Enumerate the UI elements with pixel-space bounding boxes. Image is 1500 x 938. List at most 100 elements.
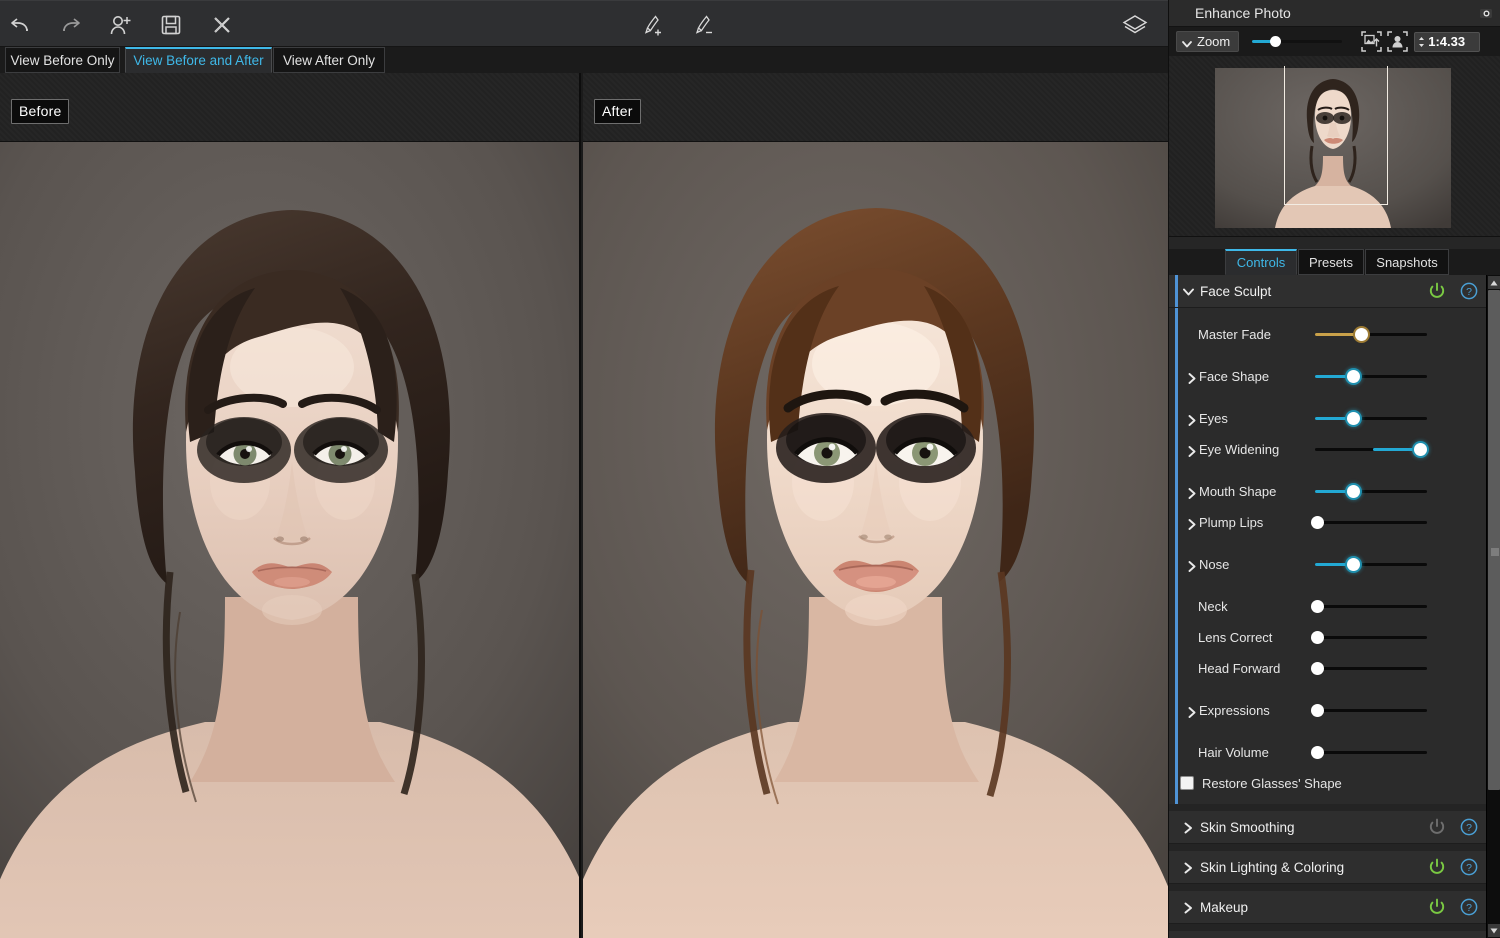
slider-mouth-shape[interactable] [1315, 485, 1427, 498]
slider-expressions[interactable] [1311, 704, 1427, 717]
zoom-slider-handle[interactable] [1269, 35, 1281, 47]
section-header-face-sculpt[interactable]: Face Sculpt ? [1169, 275, 1487, 308]
section-header-eye[interactable]: Eye ? [1169, 931, 1487, 938]
after-photo[interactable] [583, 142, 1168, 938]
tab-snapshots[interactable]: Snapshots [1365, 249, 1449, 275]
chevron-right-icon[interactable] [1183, 861, 1194, 874]
slider-handle[interactable] [1347, 370, 1361, 383]
slider-handle[interactable] [1414, 443, 1428, 456]
slider-handle[interactable] [1347, 485, 1361, 498]
chevron-right-icon[interactable] [1187, 413, 1197, 426]
tab-view-before-only[interactable]: View Before Only [5, 47, 120, 73]
save-icon[interactable] [154, 8, 188, 41]
tab-presets[interactable]: Presets [1298, 249, 1364, 275]
chevron-down-icon[interactable] [1183, 285, 1194, 297]
slider-master-fade[interactable] [1315, 328, 1427, 341]
slider-handle[interactable] [1311, 516, 1324, 529]
brush-subtract-icon[interactable] [687, 8, 721, 41]
section-divider [1169, 884, 1487, 891]
slider-neck[interactable] [1311, 600, 1427, 613]
chevron-right-icon[interactable] [1187, 444, 1197, 457]
help-icon[interactable]: ? [1460, 898, 1478, 916]
layers-icon[interactable] [1118, 8, 1152, 41]
label-neck: Neck [1198, 599, 1228, 614]
redo-icon[interactable] [54, 8, 88, 41]
controls-scrollbar[interactable] [1486, 275, 1500, 938]
section-divider [1169, 924, 1487, 931]
control-row-eye-widening: Eye Widening [1169, 434, 1487, 465]
control-row-eyes: Eyes [1169, 403, 1487, 434]
slider-plump-lips[interactable] [1311, 516, 1427, 529]
undo-icon[interactable] [3, 8, 37, 41]
zoom-slider[interactable] [1252, 34, 1343, 50]
controls-list: Face Sculpt ? Master Fade Face Shape Eye… [1169, 275, 1487, 938]
compare-panes: Before After [0, 73, 1168, 938]
chevron-right-icon[interactable] [1187, 517, 1197, 530]
power-icon[interactable] [1428, 282, 1446, 300]
slider-handle[interactable] [1311, 704, 1324, 717]
slider-fill [1373, 448, 1421, 451]
close-icon[interactable] [205, 8, 239, 41]
help-icon[interactable]: ? [1460, 282, 1478, 300]
chevron-right-icon[interactable] [1187, 559, 1197, 572]
restore-glasses-shape-checkbox[interactable] [1180, 776, 1194, 790]
slider-lens-correct[interactable] [1311, 631, 1427, 644]
slider-track [1315, 751, 1427, 754]
zoom-toolbar: Zoom 1:4.33 [1169, 27, 1500, 56]
scroll-down-arrow-icon[interactable] [1488, 924, 1500, 937]
navigator-preview[interactable] [1169, 56, 1500, 237]
slider-handle[interactable] [1311, 631, 1324, 644]
chevron-right-icon[interactable] [1183, 901, 1194, 914]
section-header-skin-smoothing[interactable]: Skin Smoothing ? [1169, 811, 1487, 844]
panel-title-text: Enhance Photo [1195, 5, 1291, 21]
slider-eyes[interactable] [1315, 412, 1427, 425]
chevron-down-icon [1182, 37, 1192, 47]
chevron-right-icon[interactable] [1187, 486, 1197, 499]
slider-handle[interactable] [1311, 600, 1324, 613]
slider-handle[interactable] [1347, 558, 1361, 571]
slider-nose[interactable] [1315, 558, 1427, 571]
slider-track [1315, 605, 1427, 608]
control-row-expressions: Expressions [1169, 695, 1487, 726]
scroll-up-arrow-icon[interactable] [1488, 276, 1500, 289]
controls-scroll-area: Face Sculpt ? Master Fade Face Shape Eye… [1169, 275, 1500, 938]
slider-handle[interactable] [1311, 746, 1324, 759]
label-mouth-shape: Mouth Shape [1199, 484, 1277, 499]
zoom-ratio-field[interactable]: 1:4.33 [1414, 31, 1481, 52]
chevron-right-icon[interactable] [1187, 371, 1197, 384]
tab-view-before-and-after[interactable]: View Before and After [125, 47, 272, 73]
slider-hair-volume[interactable] [1311, 746, 1427, 759]
fit-face-icon[interactable] [1384, 30, 1410, 54]
power-icon[interactable] [1428, 818, 1446, 836]
before-photo[interactable] [0, 142, 579, 938]
power-icon[interactable] [1428, 898, 1446, 916]
help-icon[interactable]: ? [1460, 818, 1478, 836]
svg-text:?: ? [1466, 822, 1472, 834]
slider-eye-widening[interactable] [1315, 443, 1428, 456]
slider-face-shape[interactable] [1315, 370, 1427, 383]
tab-controls[interactable]: Controls [1225, 249, 1297, 275]
label-expressions: Expressions [1199, 703, 1270, 718]
control-row-head-forward: Head Forward [1169, 653, 1487, 684]
power-icon[interactable] [1428, 858, 1446, 876]
brush-add-icon[interactable] [636, 8, 670, 41]
restore-glasses-shape-row[interactable]: Restore Glasses' Shape [1169, 768, 1487, 798]
zoom-toggle-button[interactable]: Zoom [1176, 31, 1240, 52]
after-pane: After [583, 73, 1168, 938]
zoom-ratio-value: 1:4.33 [1428, 34, 1466, 49]
view-mode-tabs: View Before Only View Before and After V… [0, 47, 1168, 73]
slider-handle[interactable] [1311, 662, 1324, 675]
section-header-skin-lighting-coloring[interactable]: Skin Lighting & Coloring ? [1169, 851, 1487, 884]
tab-view-after-only[interactable]: View After Only [273, 47, 385, 73]
slider-handle[interactable] [1354, 328, 1368, 341]
scrollbar-thumb[interactable] [1488, 290, 1500, 790]
add-face-icon[interactable] [104, 8, 138, 41]
section-header-makeup[interactable]: Makeup ? [1169, 891, 1487, 924]
slider-handle[interactable] [1347, 412, 1361, 425]
slider-head-forward[interactable] [1311, 662, 1427, 675]
help-icon[interactable]: ? [1460, 858, 1478, 876]
pin-icon[interactable] [1479, 7, 1493, 20]
chevron-right-icon[interactable] [1183, 821, 1194, 834]
fit-image-icon[interactable] [1358, 30, 1384, 54]
chevron-right-icon[interactable] [1187, 705, 1197, 718]
